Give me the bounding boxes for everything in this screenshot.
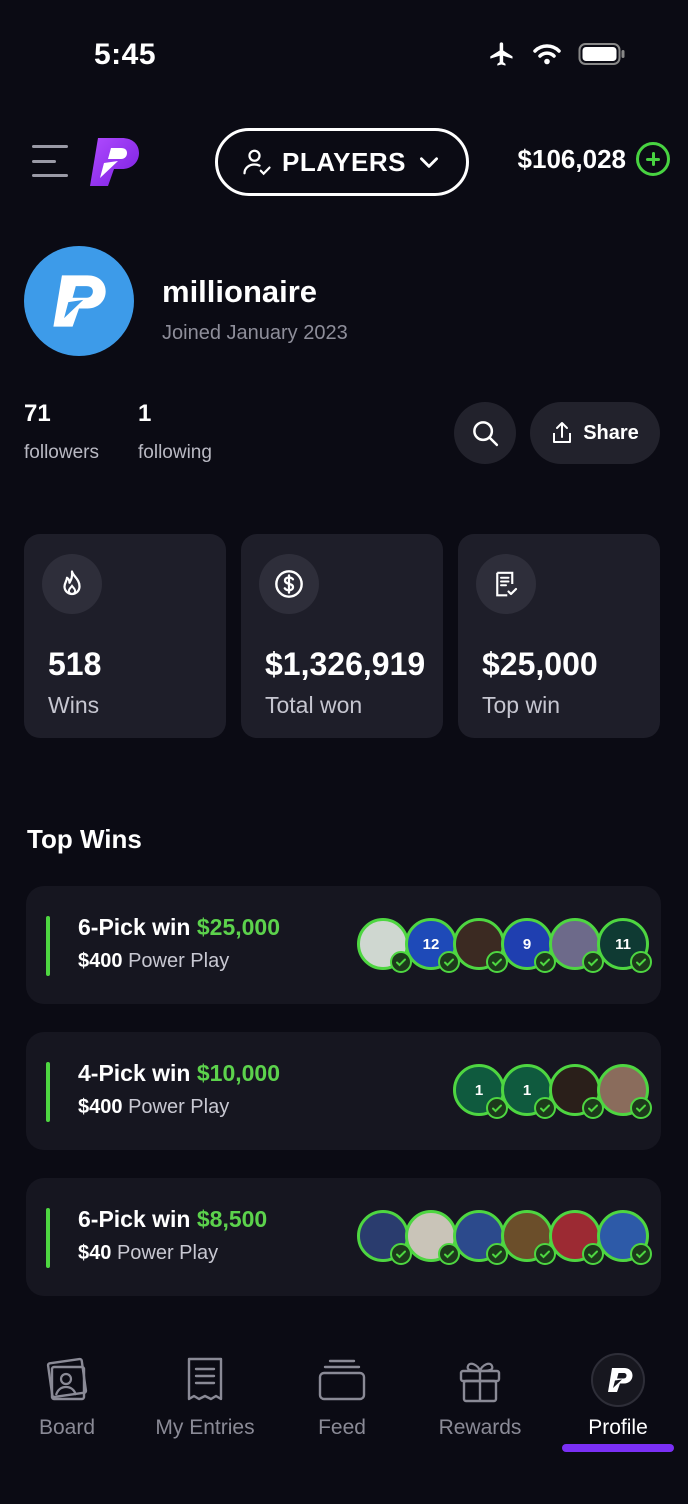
profile-logo-icon	[553, 1350, 683, 1410]
player-avatar: 1	[453, 1064, 508, 1119]
player-avatar	[549, 1210, 604, 1265]
player-avatar	[549, 1064, 604, 1119]
airplane-icon	[490, 42, 513, 66]
player-avatar	[405, 1210, 460, 1265]
gift-icon	[415, 1350, 545, 1410]
prizepicks-logo-icon[interactable]	[84, 134, 144, 190]
player-avatar: 12	[405, 918, 460, 973]
stat-card-top-win: $25,000 Top win	[458, 534, 660, 738]
entries-icon	[140, 1350, 270, 1410]
player-avatars: 1 1	[453, 1064, 652, 1119]
status-icons	[488, 40, 626, 68]
add-funds-plus-icon[interactable]	[636, 142, 670, 176]
account-balance[interactable]: $106,028	[518, 142, 670, 176]
player-avatar	[501, 1210, 556, 1265]
win-play-type: Power Play	[116, 1242, 219, 1264]
followers-label: followers	[24, 442, 99, 463]
search-button[interactable]	[454, 402, 516, 464]
hamburger-menu-icon[interactable]	[32, 142, 70, 180]
wins-label: Wins	[48, 692, 100, 718]
chevron-down-icon	[419, 157, 438, 168]
battery-icon	[578, 43, 625, 65]
win-pick-text: 6-Pick win	[78, 914, 191, 940]
dollar-coin-icon	[259, 554, 319, 614]
player-avatar	[549, 918, 604, 973]
nav-label-profile: Profile	[588, 1416, 648, 1439]
balance-amount: $106,028	[517, 143, 626, 174]
share-icon	[553, 422, 572, 443]
following-count: 1	[138, 400, 152, 427]
nav-item-my-entries[interactable]: My Entries	[140, 1350, 270, 1440]
nav-label-rewards: Rewards	[438, 1416, 522, 1439]
player-avatar: 1	[501, 1064, 556, 1119]
joined-date: Joined January 2023	[162, 322, 348, 344]
feed-icon	[277, 1350, 407, 1410]
nav-item-profile[interactable]: Profile	[553, 1350, 683, 1440]
share-button[interactable]: Share	[530, 402, 660, 464]
top-wins-title: Top Wins	[27, 824, 142, 854]
player-avatars	[357, 1210, 652, 1265]
wifi-icon	[533, 44, 561, 65]
nav-item-board[interactable]: Board	[2, 1350, 132, 1440]
win-play-type: Power Play	[128, 1096, 230, 1118]
receipt-icon	[476, 554, 536, 614]
check-icon	[630, 1097, 652, 1119]
check-icon	[630, 951, 652, 973]
flame-icon	[42, 554, 102, 614]
share-label: Share	[583, 421, 639, 444]
win-stake: $400	[78, 950, 123, 972]
check-icon	[630, 1243, 652, 1265]
win-amount: $10,000	[196, 1060, 281, 1086]
nav-label-feed: Feed	[318, 1416, 366, 1439]
player-avatar	[597, 1210, 652, 1265]
players-dropdown[interactable]: PLAYERS	[215, 128, 469, 196]
win-play-type: Power Play	[128, 950, 230, 972]
win-stake: $40	[78, 1242, 112, 1264]
following-label: following	[138, 442, 212, 463]
player-avatar	[453, 918, 508, 973]
players-label: PLAYERS	[282, 146, 406, 177]
wins-value: 518	[48, 646, 102, 682]
status-time: 5:45	[94, 38, 157, 71]
win-pick-text: 6-Pick win	[78, 1206, 191, 1232]
player-avatar	[453, 1210, 508, 1265]
board-icon	[2, 1350, 132, 1410]
username: millionaire	[162, 274, 318, 309]
win-row[interactable]: 6-Pick win $25,000 $400 Power Play 12 9 …	[26, 886, 661, 1004]
search-icon	[473, 421, 499, 447]
win-stake: $400	[78, 1096, 123, 1118]
win-amount: $25,000	[196, 914, 281, 940]
win-indicator-bar	[46, 1208, 50, 1268]
profile-logo-icon	[53, 275, 106, 327]
win-row[interactable]: 6-Pick win $8,500 $40 Power Play	[26, 1178, 661, 1296]
player-avatars: 12 9 11	[357, 918, 652, 973]
bottom-nav: Board My Entries Feed Rewards Profile	[0, 1340, 688, 1504]
following-stat[interactable]: 1 following	[138, 400, 212, 464]
win-amount: $8,500	[196, 1206, 268, 1232]
nav-label-my-entries: My Entries	[155, 1416, 255, 1439]
total-won-value: $1,326,919	[265, 646, 426, 682]
player-avatar: 9	[501, 918, 556, 973]
nav-label-board: Board	[38, 1416, 96, 1439]
total-won-label: Total won	[265, 692, 363, 718]
win-indicator-bar	[46, 1062, 50, 1122]
followers-count: 71	[24, 400, 51, 427]
active-tab-indicator	[562, 1444, 674, 1452]
top-win-value: $25,000	[482, 646, 598, 682]
stat-card-total-won: $1,326,919 Total won	[241, 534, 443, 738]
nav-item-feed[interactable]: Feed	[277, 1350, 407, 1440]
win-pick-text: 4-Pick win	[78, 1060, 191, 1086]
top-win-label: Top win	[482, 692, 560, 718]
player-avatar	[597, 1064, 652, 1119]
stat-card-wins: 518 Wins	[24, 534, 226, 738]
avatar	[24, 246, 134, 356]
user-check-icon	[243, 149, 271, 176]
player-avatar: 11	[597, 918, 652, 973]
nav-item-rewards[interactable]: Rewards	[415, 1350, 545, 1440]
player-avatar	[357, 1210, 412, 1265]
followers-stat[interactable]: 71 followers	[24, 400, 99, 464]
player-avatar	[357, 918, 412, 973]
win-row[interactable]: 4-Pick win $10,000 $400 Power Play 1 1	[26, 1032, 661, 1150]
win-indicator-bar	[46, 916, 50, 976]
